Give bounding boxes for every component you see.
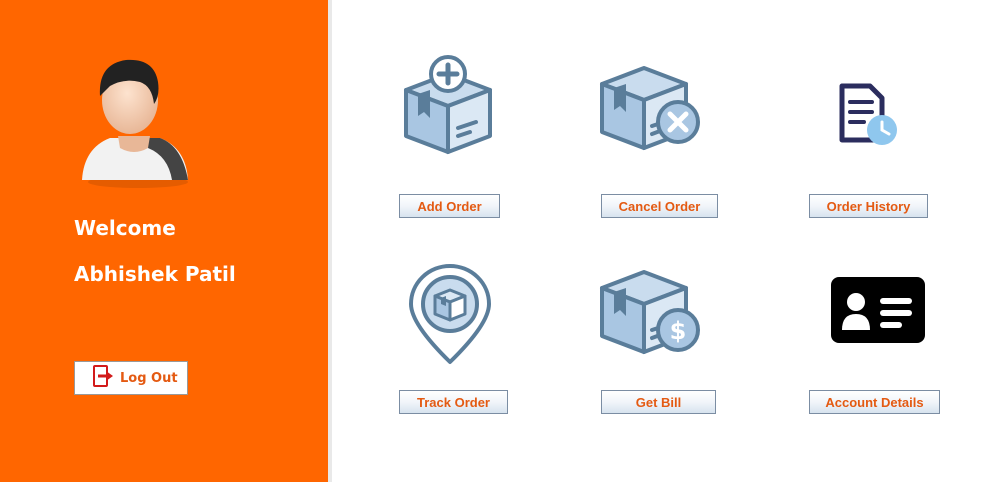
order-history-icon[interactable] — [836, 82, 900, 148]
welcome-text: Welcome — [74, 216, 176, 240]
add-order-icon[interactable] — [400, 52, 496, 156]
add-order-button[interactable]: Add Order — [399, 194, 500, 218]
cancel-order-button[interactable]: Cancel Order — [601, 194, 718, 218]
logout-button[interactable]: Log Out — [74, 361, 188, 395]
account-details-button[interactable]: Account Details — [809, 390, 940, 414]
cancel-order-icon[interactable] — [598, 62, 704, 156]
user-avatar-icon — [78, 56, 190, 188]
sidebar: Welcome Abhishek Patil Log Out — [0, 0, 328, 482]
account-details-icon[interactable] — [830, 276, 926, 344]
get-bill-button[interactable]: Get Bill — [601, 390, 716, 414]
logout-icon — [93, 365, 115, 391]
track-order-icon[interactable] — [405, 264, 495, 366]
track-order-button[interactable]: Track Order — [399, 390, 508, 414]
logout-label: Log Out — [120, 370, 178, 386]
divider — [328, 0, 332, 482]
user-name: Abhishek Patil — [74, 262, 236, 286]
get-bill-icon[interactable]: $ — [598, 266, 704, 360]
order-history-button[interactable]: Order History — [809, 194, 928, 218]
svg-text:$: $ — [670, 317, 687, 345]
